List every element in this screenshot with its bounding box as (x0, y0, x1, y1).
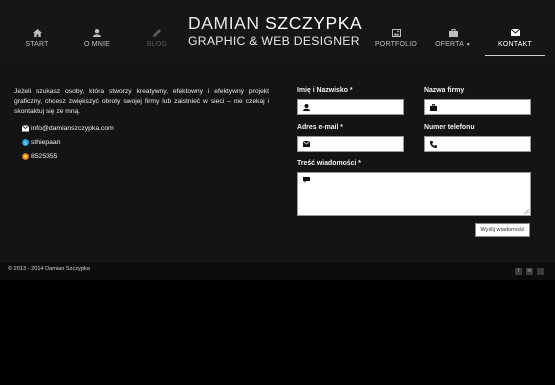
chevron-down-icon: ▼ (465, 42, 471, 48)
contact-gg-value: 8525355 (31, 153, 58, 160)
nav-item-oferta[interactable]: OFERTA ▼ (433, 0, 473, 58)
send-message-button[interactable]: Wyślij wiadomość (475, 223, 530, 237)
phone-field[interactable] (424, 136, 531, 152)
gg-icon (22, 153, 29, 160)
envelope-icon (22, 125, 29, 132)
briefcase-icon (430, 104, 437, 111)
phone-label: Numer telefonu (424, 124, 475, 131)
nav-item-label: START (25, 41, 49, 48)
nav-item-label: OFERTA ▼ (435, 41, 471, 48)
logo-tagline: GRAPHIC & WEB DESIGNER (188, 34, 360, 48)
active-tab-indicator (485, 55, 545, 56)
site-logo[interactable]: DAMIAN SZCZYPKA GRAPHIC & WEB DESIGNER (188, 13, 363, 49)
contact-gg[interactable]: 8525355 (22, 153, 57, 160)
linkedin-icon[interactable]: in (526, 268, 533, 275)
contact-email[interactable]: info@damianszczypka.com (22, 125, 114, 132)
email-field[interactable] (297, 136, 404, 152)
pencil-icon (153, 29, 161, 37)
envelope-icon (303, 141, 310, 147)
nav-item-label: PORTFOLIO (374, 41, 418, 48)
home-icon (32, 29, 42, 37)
behance-icon[interactable] (537, 268, 544, 275)
nav-item-label: BLOG (146, 41, 168, 48)
company-field[interactable] (424, 99, 531, 115)
comment-icon (303, 177, 310, 183)
name-field[interactable] (297, 99, 404, 115)
top-navigation: START O MNIE BLOG PORTFOLIO OFERTA ▼ KON… (0, 0, 555, 62)
contact-email-value: info@damianszczypka.com (31, 125, 114, 132)
name-label: Imię i Nazwisko * (297, 87, 353, 94)
copyright-text: © 2013 - 2014 Damian Szczypka (8, 266, 90, 272)
phone-icon (430, 141, 437, 148)
image-icon (391, 29, 401, 37)
facebook-icon[interactable]: f (515, 268, 522, 275)
nav-item-blog[interactable]: BLOG (140, 0, 174, 58)
nav-item-label: O MNIE (83, 41, 111, 48)
nav-item-o-mnie[interactable]: O MNIE (80, 0, 114, 58)
skype-icon: s (22, 139, 29, 146)
user-icon (303, 104, 310, 111)
nav-item-kontakt[interactable]: KONTAKT (495, 0, 535, 58)
message-label: Treść wiadomości * (297, 160, 361, 167)
intro-text: Jeżeli szukasz osoby, która stworzy krea… (14, 88, 269, 115)
nav-item-start[interactable]: START (20, 0, 54, 58)
envelope-icon (510, 29, 520, 36)
contact-skype[interactable]: s sthiepaan (22, 139, 60, 146)
email-label: Adres e-mail * (297, 124, 343, 131)
nav-item-portfolio[interactable]: PORTFOLIO (374, 0, 418, 58)
contact-skype-value: sthiepaan (31, 139, 61, 146)
resize-handle-icon[interactable] (524, 209, 529, 214)
company-label: Nazwa firmy (424, 87, 465, 94)
briefcase-icon (448, 29, 458, 37)
logo-name: DAMIAN SZCZYPKA (188, 13, 363, 33)
message-textarea[interactable] (297, 172, 531, 216)
nav-item-label: KONTAKT (498, 41, 532, 48)
user-icon (93, 29, 101, 37)
contact-section: Jeżeli szukasz osoby, która stworzy krea… (0, 62, 555, 262)
